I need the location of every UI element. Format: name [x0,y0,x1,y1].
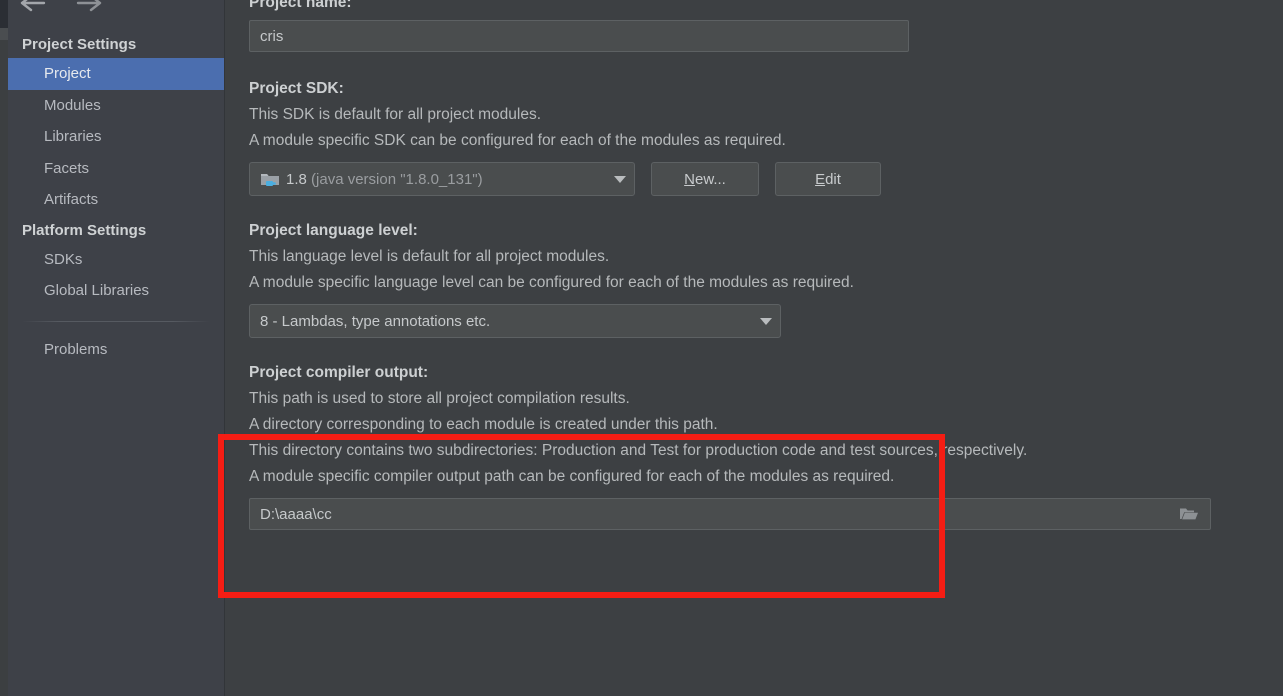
settings-sidebar: Project Settings Project Modules Librari… [8,0,225,696]
arrow-right-icon[interactable] [76,0,102,16]
window-left-edge [0,0,8,696]
project-sdk-desc-1: This SDK is default for all project modu… [249,106,542,123]
language-level-desc-1: This language level is default for all p… [249,248,610,265]
compiler-output-desc-3: This directory contains two subdirectori… [249,442,1028,459]
project-sdk-version: 1.8 [286,170,307,188]
sidebar-item-project[interactable]: Project [8,58,224,90]
java-sdk-icon [260,170,280,188]
compiler-output-desc-4: A module specific compiler output path c… [249,468,895,485]
navigation-arrows [12,0,220,18]
project-name-label: Project name: [249,0,352,11]
sidebar-item-sdks[interactable]: SDKs [8,244,224,276]
language-level-desc-2: A module specific language level can be … [249,274,854,291]
compiler-output-desc-2: A directory corresponding to each module… [249,416,718,433]
project-sdk-version-detail: (java version "1.8.0_131") [311,170,483,188]
sidebar-item-global-libraries[interactable]: Global Libraries [8,275,224,307]
compiler-output-label: Project compiler output: [249,364,429,381]
edit-button-suffix: dit [825,170,841,188]
edit-sdk-button[interactable]: Edit [775,162,881,196]
new-button-suffix: ew... [694,170,726,188]
new-sdk-button[interactable]: New... [651,162,759,196]
project-sdk-controls: 1.8 (java version "1.8.0_131") New... Ed… [249,162,1259,196]
sidebar-group-project-settings: Project Settings [22,36,137,53]
edge-nub-dark [0,0,8,28]
compiler-output-section: Project compiler output: This path is us… [249,360,1259,530]
compiler-output-path-input[interactable]: D:\aaaa\cc [249,498,1211,530]
sidebar-item-artifacts[interactable]: Artifacts [8,184,224,216]
language-level-value: 8 - Lambdas, type annotations etc. [260,312,491,330]
project-structure-dialog: Project Settings Project Modules Librari… [0,0,1283,696]
arrow-left-icon[interactable] [20,0,46,16]
new-button-mnemonic: N [684,170,695,188]
sidebar-item-libraries[interactable]: Libraries [8,121,224,153]
chevron-down-icon[interactable] [760,317,772,325]
language-level-label: Project language level: [249,222,418,239]
sidebar-divider [22,320,210,322]
language-level-combo[interactable]: 8 - Lambdas, type annotations etc. [249,304,781,338]
project-name-section: Project name: cris [249,0,1259,52]
project-settings-panel: Project name: cris Project SDK: This SDK… [225,0,1283,696]
compiler-output-desc-1: This path is used to store all project c… [249,390,630,407]
project-sdk-desc-2: A module specific SDK can be configured … [249,132,786,149]
edge-nub-light [0,28,8,40]
language-level-section: Project language level: This language le… [249,218,1259,338]
project-sdk-value: 1.8 (java version "1.8.0_131") [286,171,600,188]
sidebar-item-modules[interactable]: Modules [8,90,224,122]
project-name-value: cris [260,27,284,45]
project-sdk-section: Project SDK: This SDK is default for all… [249,76,1259,196]
sidebar-item-problems[interactable]: Problems [8,334,224,366]
project-name-input[interactable]: cris [249,20,909,52]
sidebar-item-facets[interactable]: Facets [8,153,224,185]
chevron-down-icon[interactable] [614,175,626,183]
edit-button-mnemonic: E [815,170,826,188]
compiler-output-path-value: D:\aaaa\cc [260,505,332,523]
project-sdk-combo[interactable]: 1.8 (java version "1.8.0_131") [249,162,635,196]
sidebar-group-platform-settings: Platform Settings [22,221,147,239]
folder-open-icon[interactable] [1178,503,1200,525]
project-sdk-label: Project SDK: [249,80,344,97]
